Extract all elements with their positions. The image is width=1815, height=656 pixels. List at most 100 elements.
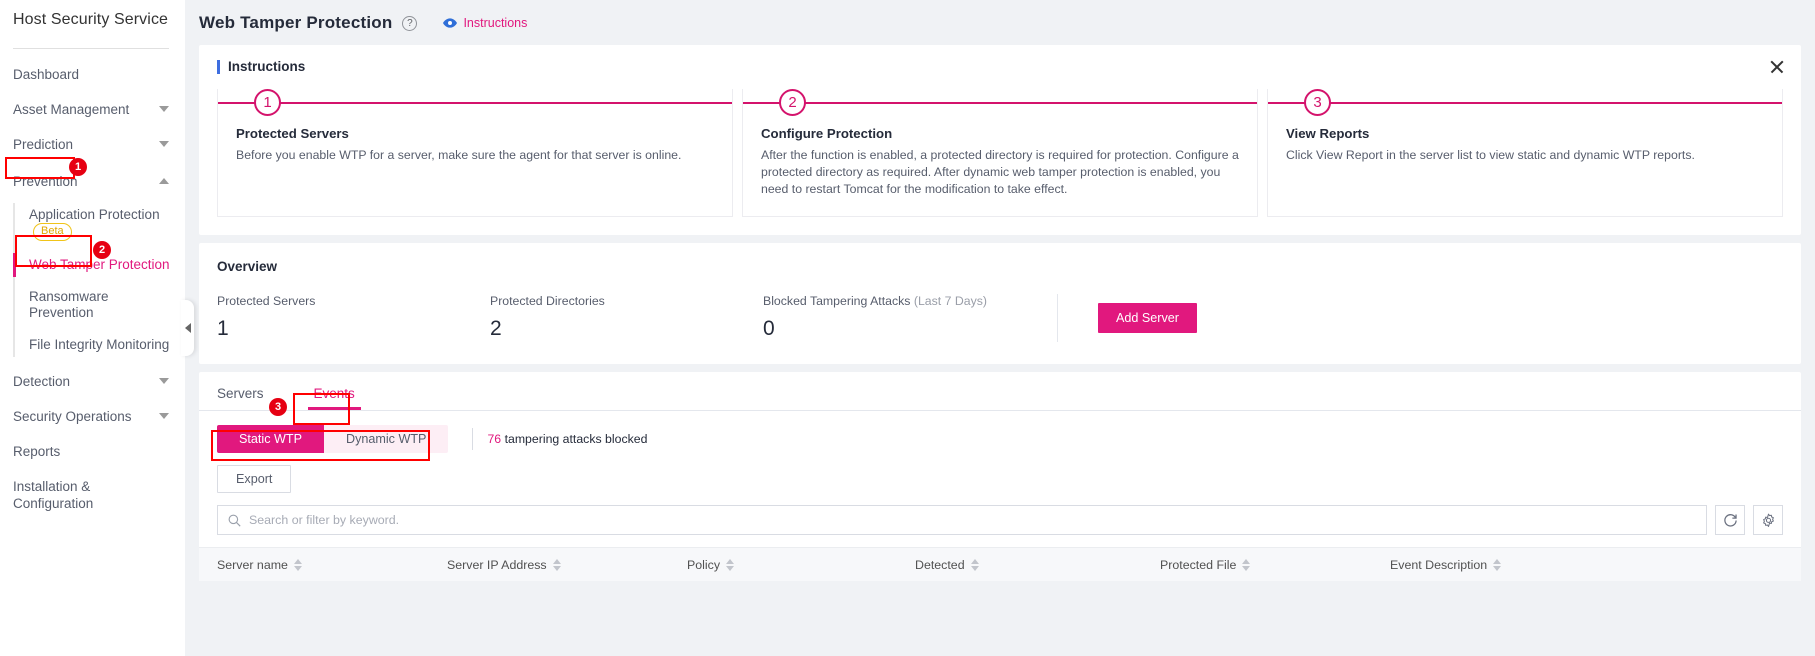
sidebar: Host Security Service Dashboard Asset Ma… [0, 0, 194, 656]
overview-divider [1057, 294, 1058, 342]
column-header-server-ip-address[interactable]: Server IP Address [429, 558, 669, 572]
settings-button[interactable] [1753, 505, 1783, 535]
stat-protected-servers: Protected Servers 1 [217, 294, 490, 342]
stat-value: 0 [763, 317, 775, 340]
column-header-event-description[interactable]: Event Description [1372, 558, 1632, 572]
sidebar-item-reports[interactable]: Reports [0, 434, 185, 469]
app-root: Host Security Service Dashboard Asset Ma… [0, 0, 1815, 656]
blocked-attacks-note: 76 tampering attacks blocked [487, 432, 647, 446]
sort-icon[interactable] [552, 558, 561, 571]
sort-icon[interactable] [726, 558, 735, 571]
page-header: Web Tamper Protection ? Instructions [185, 0, 1815, 45]
refresh-icon [1723, 513, 1737, 527]
wtp-type-segmented-control: Static WTP Dynamic WTP [217, 425, 449, 453]
export-button[interactable]: Export [217, 465, 292, 493]
search-input[interactable] [249, 513, 1696, 527]
sidebar-item-prediction[interactable]: Prediction [0, 127, 185, 162]
overview-title: Overview [217, 259, 278, 274]
column-header-protected-file[interactable]: Protected File [1142, 558, 1372, 572]
step-number: 1 [254, 89, 281, 116]
sort-icon[interactable] [970, 558, 979, 571]
sidebar-collapse-handle[interactable] [181, 300, 194, 356]
sidebar-item-security-operations[interactable]: Security Operations [0, 399, 185, 434]
stat-blocked-tampering-attacks: Blocked Tampering Attacks (Last 7 Days) … [763, 294, 1036, 342]
column-header-server-name[interactable]: Server name [199, 558, 429, 572]
refresh-button[interactable] [1715, 505, 1745, 535]
help-icon[interactable]: ? [402, 15, 418, 31]
sort-icon[interactable] [1242, 558, 1251, 571]
stat-label: Protected Servers [217, 294, 316, 308]
sidebar-item-file-integrity-monitoring[interactable]: File Integrity Monitoring [17, 329, 185, 361]
sidebar-item-label: Installation & Configuration [13, 479, 94, 511]
events-card: Servers Events Static WTP Dynamic WTP 76… [199, 372, 1801, 581]
stat-label: Blocked Tampering Attacks (Last 7 Days) [763, 294, 1036, 308]
stat-value: 2 [490, 317, 502, 340]
annotation-badge-2: 2 [93, 241, 111, 259]
gear-icon [1762, 513, 1774, 527]
sidebar-item-prevention[interactable]: Prevention [0, 162, 185, 199]
sidebar-subitem-label: Web Tamper Protection [29, 257, 170, 272]
sidebar-item-ransomware-prevention[interactable]: Ransomware Prevention [17, 281, 185, 329]
stat-label-text: Blocked Tampering Attacks [763, 294, 911, 308]
sidebar-item-installation-configuration[interactable]: Installation & Configuration [0, 469, 185, 521]
section-accent-bar [217, 59, 220, 74]
step-top: 2 [743, 89, 1257, 117]
segment-dynamic-wtp[interactable]: Dynamic WTP [324, 425, 448, 453]
chevron-left-icon [184, 323, 191, 333]
stat-value: 1 [217, 317, 229, 340]
sort-icon[interactable] [1493, 558, 1502, 571]
close-icon[interactable] [1769, 59, 1785, 75]
chevron-up-icon [159, 178, 169, 184]
column-header-detected[interactable]: Detected [897, 558, 1142, 572]
sidebar-item-label: Dashboard [13, 67, 80, 82]
column-label: Event Description [1390, 557, 1488, 572]
chevron-down-icon [159, 141, 169, 147]
sidebar-subitem-label: File Integrity Monitoring [29, 337, 170, 352]
tab-bar: Servers Events [217, 386, 1783, 410]
segment-static-wtp[interactable]: Static WTP [217, 425, 324, 453]
main-content: Web Tamper Protection ? Instructions Ins… [185, 0, 1815, 656]
annotation-badge-1: 1 [69, 158, 87, 176]
sidebar-item-label: Asset Management [13, 102, 130, 117]
instructions-link[interactable]: Instructions [443, 16, 527, 30]
sidebar-item-detection[interactable]: Detection [0, 361, 185, 399]
step-line [218, 102, 732, 104]
annotation-badge-3: 3 [269, 398, 287, 416]
sidebar-subitem-label: Ransomware Prevention [29, 289, 109, 320]
sidebar-item-label: Prevention [13, 174, 78, 189]
sidebar-subnav-prevention: Application ProtectionBeta Web Tamper Pr… [0, 199, 185, 361]
tab-underline [199, 410, 1801, 411]
stat-label-suffix: (Last 7 Days) [913, 294, 987, 308]
column-header-policy[interactable]: Policy [669, 558, 897, 572]
search-box[interactable] [217, 505, 1707, 535]
blocked-attacks-count: 76 [487, 432, 502, 446]
overview-card: Overview Protected Servers 1 Protected D… [199, 243, 1801, 364]
instructions-heading: Instructions [217, 59, 1783, 74]
chevron-down-icon [159, 106, 169, 112]
instructions-card: Instructions 1 Protected Servers Before … [199, 45, 1801, 235]
step-description: After the function is enabled, a protect… [761, 148, 1239, 196]
column-label: Protected File [1160, 557, 1237, 572]
sidebar-item-asset-management[interactable]: Asset Management [0, 92, 185, 127]
instruction-step-3: 3 View Reports Click View Report in the … [1267, 89, 1783, 217]
sidebar-item-label: Prediction [13, 137, 74, 152]
toolbar-divider [472, 428, 474, 450]
add-server-button[interactable]: Add Server [1098, 303, 1197, 333]
sort-icon[interactable] [293, 558, 302, 571]
step-top: 1 [218, 89, 732, 117]
stat-label: Protected Directories [490, 294, 605, 308]
search-row [217, 505, 1783, 535]
overview-stats: Protected Servers 1 Protected Directorie… [217, 294, 1057, 342]
step-description: Click View Report in the server list to … [1286, 148, 1695, 162]
sidebar-item-dashboard[interactable]: Dashboard [0, 57, 185, 92]
table-header-row: Server name Server IP Address Policy Det… [199, 547, 1801, 581]
column-label: Policy [687, 557, 721, 572]
toolbar: Static WTP Dynamic WTP 76 tampering atta… [217, 425, 1783, 453]
stat-protected-directories: Protected Directories 2 [490, 294, 763, 342]
sidebar-item-label: Reports [13, 444, 61, 459]
instruction-step-2: 2 Configure Protection After the functio… [742, 89, 1258, 217]
chevron-down-icon [159, 378, 169, 384]
tab-servers[interactable]: Servers [217, 386, 266, 410]
tab-events[interactable]: Events [307, 386, 362, 410]
step-number: 2 [779, 89, 806, 116]
